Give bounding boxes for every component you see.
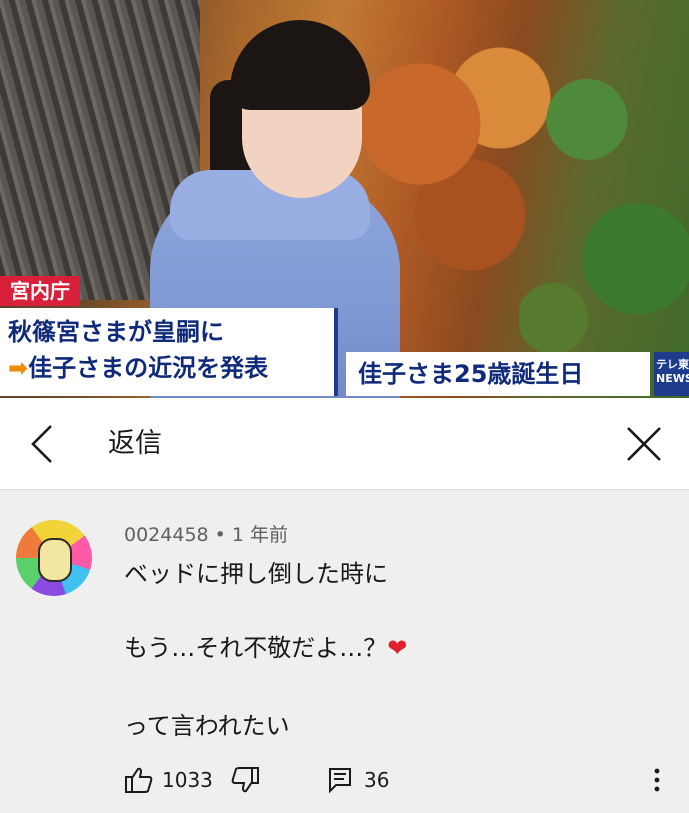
reply-button[interactable] [328, 762, 352, 798]
headline-line-1: 秋篠宮さまが皇嗣に [8, 318, 224, 346]
comment-line-1: ベッドに押し倒した時に [124, 560, 388, 588]
comment-line-2-text: もう…それ不敬だよ…？ [124, 634, 388, 662]
close-icon [627, 427, 661, 461]
thumbs-up-icon [125, 767, 153, 793]
comment-line-2: もう…それ不敬だよ…？❤ [124, 628, 407, 663]
avatar[interactable] [16, 520, 92, 596]
heart-icon: ❤ [387, 634, 408, 662]
green-leaves-scenery [519, 0, 689, 398]
comment-line-3: って言われたい [124, 712, 290, 740]
close-button[interactable] [620, 420, 668, 468]
comment-actions: 1033 36 [124, 762, 684, 798]
channel-logo-top: テレ東 [656, 358, 689, 371]
arrow-icon: ➡ [8, 354, 29, 382]
headline-line-2: ➡佳子さまの近況を発表 [8, 350, 326, 386]
caption-side: 佳子さま25歳誕生日 [346, 352, 650, 396]
caption-tag: 宮内庁 [0, 276, 80, 306]
reply-count: 36 [364, 768, 390, 792]
dislike-button[interactable] [230, 762, 260, 798]
chevron-left-icon [31, 425, 52, 463]
channel-logo-bottom: NEWS [656, 372, 689, 385]
meta-separator: • [214, 524, 226, 546]
comment-time: 1 年前 [231, 524, 288, 546]
back-button[interactable] [20, 420, 64, 468]
caption-headline: 秋篠宮さまが皇嗣に ➡佳子さまの近況を発表 [0, 308, 338, 396]
avatar-face [38, 538, 72, 582]
video-frame[interactable]: 宮内庁 秋篠宮さまが皇嗣に ➡佳子さまの近況を発表 佳子さま25歳誕生日 テレ東… [0, 0, 689, 398]
comment-icon [329, 768, 351, 793]
like-button[interactable] [124, 762, 154, 798]
comment: 0024458 • 1 年前 ベッドに押し倒した時に もう…それ不敬だよ…？❤ って… [0, 490, 689, 813]
more-button[interactable] [652, 762, 662, 798]
channel-logo: テレ東 NEWS [654, 352, 689, 396]
like-count: 1033 [162, 768, 213, 792]
comment-meta: 0024458 • 1 年前 [124, 520, 288, 547]
hair [230, 20, 370, 110]
comment-author[interactable]: 0024458 [124, 524, 209, 546]
reply-header: 返信 [0, 398, 689, 490]
page-title: 返信 [108, 428, 162, 459]
thumbs-down-icon [231, 767, 259, 793]
headline-line-2-text: 佳子さまの近況を発表 [28, 354, 269, 382]
more-vertical-icon [654, 768, 660, 792]
